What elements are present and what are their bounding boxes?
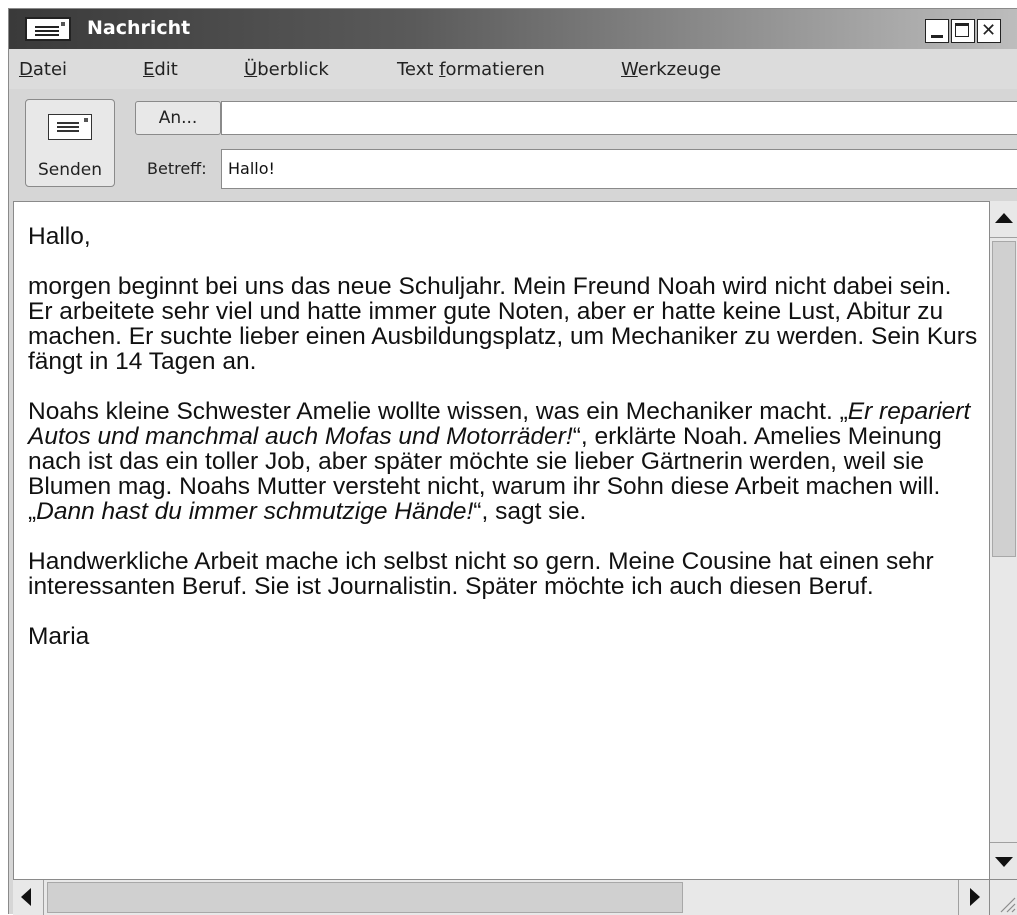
p2-text-e: “, sagt sie.: [473, 498, 587, 525]
scroll-down-button[interactable]: [990, 842, 1017, 879]
menu-werkzeuge[interactable]: Werkzeuge: [621, 59, 721, 81]
message-window: Nachricht ✕ Datei Edit Überblick Text fo…: [8, 8, 1017, 915]
close-icon: ✕: [980, 20, 997, 41]
menu-edit[interactable]: Edit: [143, 59, 178, 81]
horizontal-scrollbar[interactable]: [13, 879, 989, 915]
menu-label-pre: Text: [397, 59, 440, 80]
menu-label-post: atei: [32, 59, 68, 80]
vertical-scrollbar[interactable]: [989, 201, 1017, 879]
send-button-label: Senden: [37, 160, 103, 180]
compose-header: Senden An... Betreff: Hallo!: [9, 89, 1017, 201]
close-button[interactable]: ✕: [977, 19, 1001, 43]
triangle-down-icon: [995, 857, 1013, 867]
menu-ueberblick[interactable]: Überblick: [244, 59, 329, 81]
menu-label-post: berblick: [257, 59, 329, 80]
horizontal-scroll-thumb[interactable]: [47, 882, 683, 913]
title-bar[interactable]: Nachricht ✕: [9, 9, 1017, 49]
menu-label-post: erkzeuge: [637, 59, 722, 80]
menu-accelerator: D: [19, 59, 33, 80]
recipient-button[interactable]: An...: [135, 101, 221, 135]
vertical-scroll-thumb[interactable]: [992, 241, 1016, 557]
paragraph-3: Handwerkliche Arbeit mache ich selbst ni…: [28, 548, 934, 600]
minimize-icon: [931, 35, 943, 38]
greeting: Hallo,: [28, 223, 91, 250]
envelope-icon: [48, 114, 92, 140]
signature: Maria: [28, 623, 90, 650]
menu-bar: Datei Edit Überblick Text formatieren We…: [9, 49, 1017, 89]
paragraph-1: morgen beginnt bei uns das neue Schuljah…: [28, 273, 978, 375]
paragraph-2: Noahs kleine Schwester Amelie wollte wis…: [28, 399, 978, 524]
menu-label-post: dit: [154, 59, 178, 80]
scroll-left-button[interactable]: [13, 880, 44, 915]
triangle-up-icon: [995, 213, 1013, 223]
send-button[interactable]: Senden: [25, 99, 115, 187]
triangle-right-icon: [970, 888, 980, 906]
recipient-field[interactable]: [221, 101, 1017, 135]
message-body[interactable]: Hallo, morgen beginnt bei uns das neue S…: [13, 201, 989, 879]
minimize-button[interactable]: [925, 19, 949, 43]
menu-datei[interactable]: Datei: [19, 59, 67, 81]
menu-accelerator: E: [143, 59, 155, 80]
maximize-button[interactable]: [951, 19, 975, 43]
subject-field[interactable]: Hallo!: [221, 149, 1017, 189]
subject-label: Betreff:: [147, 159, 207, 178]
resize-grip[interactable]: [989, 879, 1017, 915]
menu-accelerator: Ü: [244, 59, 258, 80]
menu-label-post: ormatieren: [445, 59, 545, 80]
menu-text-formatieren[interactable]: Text formatieren: [397, 59, 545, 81]
scroll-up-button[interactable]: [990, 201, 1017, 238]
maximize-icon: [955, 23, 969, 37]
message-text: Hallo, morgen beginnt bei uns das neue S…: [28, 224, 978, 649]
p2-text-a: Noahs kleine Schwester Amelie wollte wis…: [28, 398, 848, 425]
triangle-left-icon: [21, 888, 31, 906]
p2-quote-2: Dann hast du immer schmutzige Hände!: [36, 498, 474, 525]
scroll-right-button[interactable]: [958, 880, 989, 915]
window-title: Nachricht: [87, 17, 191, 39]
menu-accelerator: W: [621, 59, 638, 80]
envelope-icon: [25, 17, 71, 41]
resize-grip-icon: [1000, 897, 1016, 913]
